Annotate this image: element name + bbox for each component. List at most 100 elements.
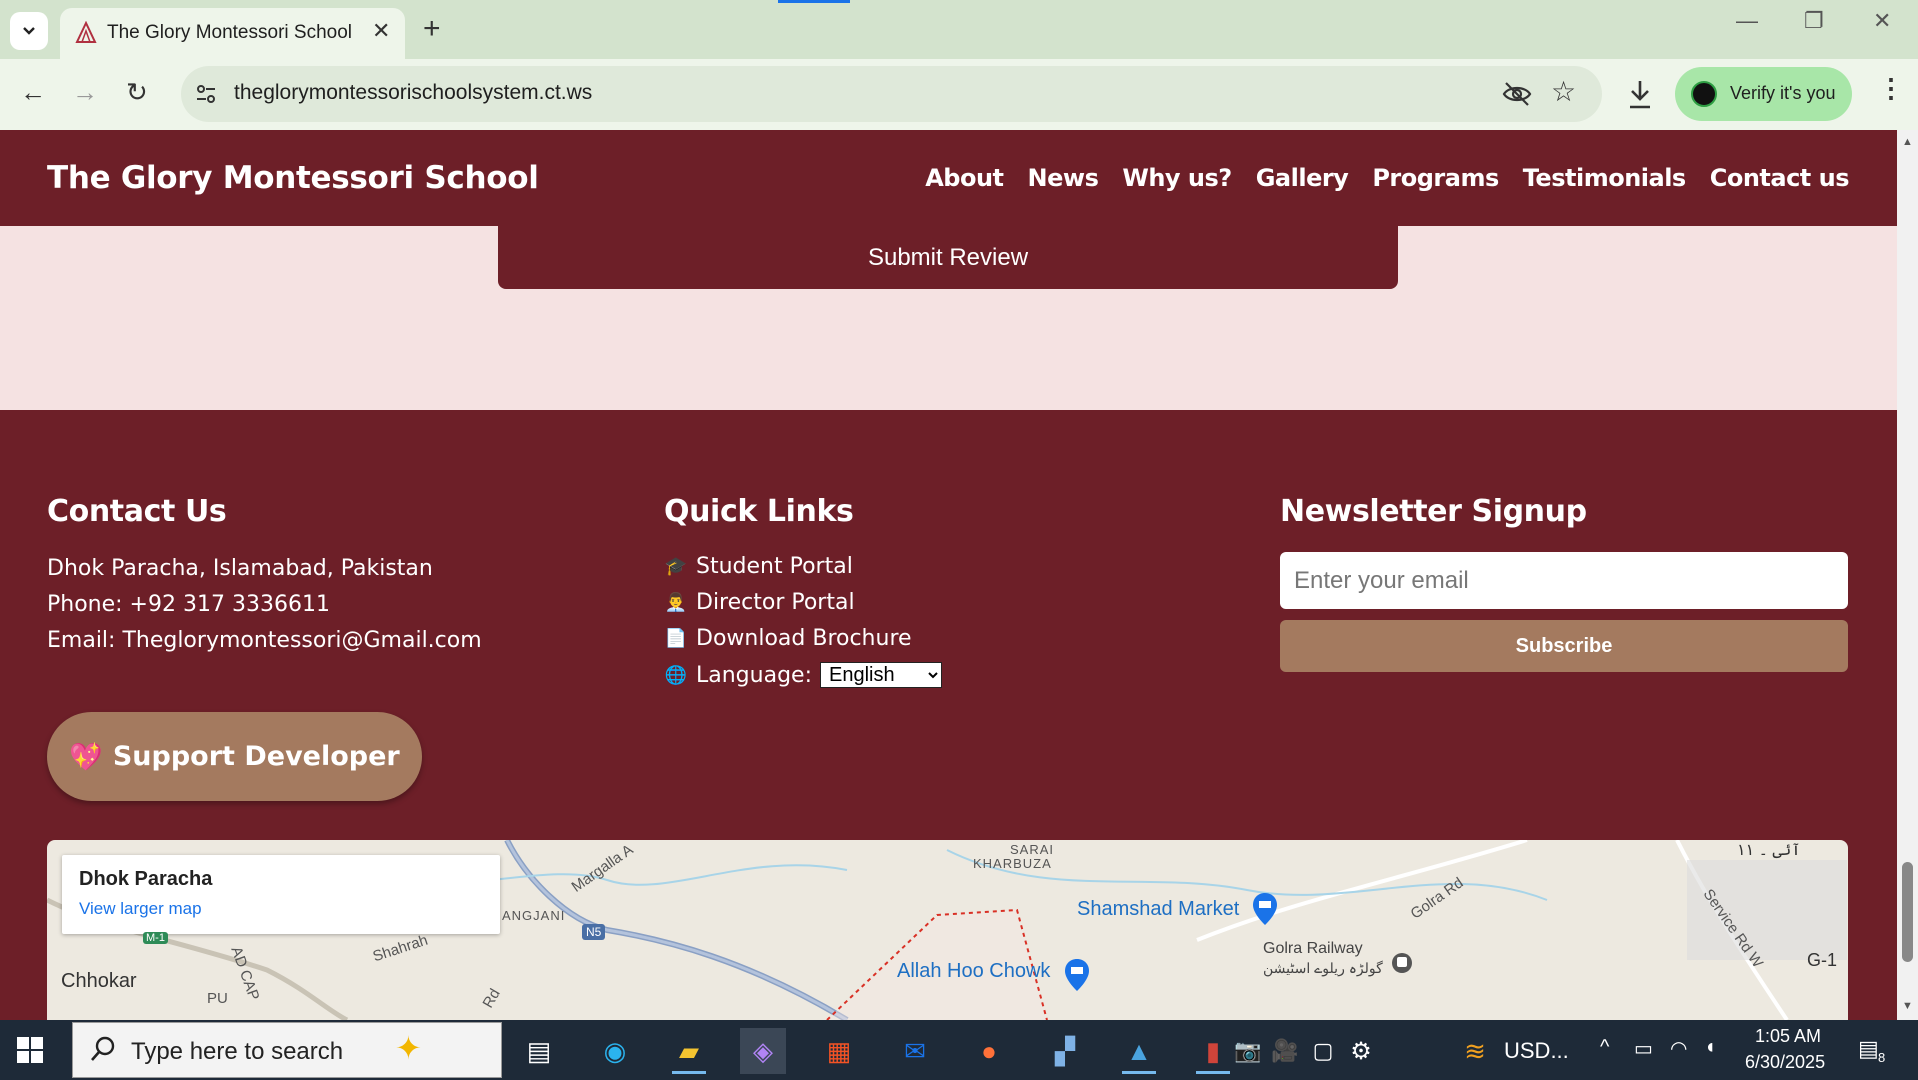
sparkle-icon: ✦	[395, 1030, 422, 1066]
restore-icon[interactable]: ❐	[1804, 8, 1824, 34]
language-select[interactable]: English	[819, 662, 942, 688]
more-menu-icon[interactable]: ⋮	[1878, 73, 1904, 104]
contact-phone: Phone: +92 317 3336611	[47, 592, 330, 617]
tab-search-button[interactable]	[10, 12, 48, 50]
office-worker-icon: 👨‍💼	[664, 592, 688, 613]
site-brand[interactable]: The Glory Montessori School	[47, 160, 539, 196]
chevron-down-icon	[23, 27, 35, 35]
url-text: theglorymontessorischoolsystem.ct.ws	[234, 81, 593, 104]
edge-icon[interactable]: ◉	[592, 1028, 638, 1074]
scroll-down-icon[interactable]: ▼	[1902, 1000, 1913, 1012]
clock-date[interactable]: 6/30/2025	[1745, 1052, 1825, 1073]
eye-off-icon[interactable]	[1501, 78, 1533, 110]
notifications-count: 8	[1878, 1050, 1886, 1065]
scroll-thumb[interactable]	[1902, 862, 1913, 962]
newsletter-email-input[interactable]	[1280, 552, 1848, 609]
map-place-card: Dhok Paracha View larger map	[62, 855, 500, 934]
close-tab-icon[interactable]: ✕	[372, 18, 390, 44]
support-developer-label: Support Developer	[112, 741, 400, 772]
director-portal-link[interactable]: 👨‍💼 Director Portal	[664, 590, 855, 615]
student-portal-label: Student Portal	[696, 554, 853, 579]
volume-icon[interactable]: ◖	[1704, 1036, 1716, 1059]
firefox-icon[interactable]: ●	[966, 1028, 1012, 1074]
new-tab-icon[interactable]: +	[423, 12, 441, 46]
view-larger-map-link[interactable]: View larger map	[79, 899, 202, 919]
active-tab[interactable]: The Glory Montessori School Sy ✕	[60, 8, 405, 59]
microsoft-store-icon[interactable]: ▦	[816, 1028, 862, 1074]
submit-review-button[interactable]: Submit Review	[498, 226, 1398, 289]
nav-why-us[interactable]: Why us?	[1122, 164, 1232, 192]
map-poi-allah-hoo[interactable]: Allah Hoo Chowk	[897, 960, 1050, 983]
support-developer-button[interactable]: 💖 Support Developer	[47, 712, 422, 801]
taskbar-search-box[interactable]: Type here to search ✦	[72, 1022, 502, 1078]
bookmark-star-icon[interactable]: ☆	[1551, 75, 1576, 108]
contact-email: Email: Theglorymontessori@Gmail.com	[47, 628, 482, 653]
app-grid-icon[interactable]: ▞	[1042, 1028, 1088, 1074]
nav-contact-us[interactable]: Contact us	[1710, 164, 1850, 192]
map-label-chokhar: Chhokar	[61, 970, 137, 992]
outlook-icon[interactable]: ✉	[892, 1028, 938, 1074]
nav-gallery[interactable]: Gallery	[1256, 164, 1349, 192]
loading-indicator	[778, 0, 850, 3]
language-label: Language:	[696, 662, 812, 688]
map-label-sarai: SARAI	[1010, 842, 1055, 857]
map-label-sangjani: ANGJANI	[502, 908, 566, 923]
graduation-cap-icon: 🎓	[664, 556, 688, 577]
battery-icon[interactable]: ▭	[1634, 1036, 1653, 1061]
map-poi-shamshad[interactable]: Shamshad Market	[1077, 898, 1239, 921]
photos-icon[interactable]: ▲	[1116, 1028, 1162, 1074]
map-label-g1: G-1	[1807, 950, 1838, 970]
contact-title: Contact Us	[47, 494, 227, 529]
tab-title: The Glory Montessori School Sy	[107, 22, 357, 43]
map-label-kharbuza: KHARBUZA	[973, 856, 1052, 871]
reload-icon[interactable]: ↻	[126, 77, 148, 108]
director-portal-label: Director Portal	[696, 590, 855, 615]
address-bar[interactable]: theglorymontessorischoolsystem.ct.ws ☆	[181, 66, 1602, 122]
subscribe-button[interactable]: Subscribe	[1280, 620, 1848, 672]
verify-label: Verify it's you	[1730, 83, 1836, 103]
currency-widget-text[interactable]: USD...	[1504, 1038, 1569, 1064]
task-view-icon[interactable]: ▤	[516, 1028, 562, 1074]
embedded-map[interactable]: Dhok Paracha View larger map SARAI KHARB…	[47, 840, 1848, 1020]
download-icon[interactable]	[1625, 77, 1655, 111]
site-info-icon[interactable]	[193, 81, 219, 107]
nav-programs[interactable]: Programs	[1372, 164, 1499, 192]
close-window-icon[interactable]: ✕	[1873, 8, 1891, 34]
cart-pin-icon[interactable]	[1251, 892, 1279, 926]
copilot-icon[interactable]: ◈	[740, 1028, 786, 1074]
map-label-n5: N5	[582, 924, 606, 940]
scroll-up-icon[interactable]: ▲	[1902, 136, 1913, 148]
forward-icon[interactable]: →	[72, 77, 98, 108]
back-icon[interactable]: ←	[20, 77, 46, 108]
cart-pin-icon[interactable]	[1063, 958, 1091, 992]
quick-links-title: Quick Links	[664, 494, 854, 529]
document-icon: 📄	[664, 628, 688, 649]
site-header: The Glory Montessori School About News W…	[0, 130, 1897, 226]
download-brochure-label: Download Brochure	[696, 626, 912, 651]
contact-address: Dhok Paracha, Islamabad, Pakistan	[47, 556, 433, 581]
currency-widget-icon[interactable]: ≋	[1452, 1028, 1498, 1074]
browser-toolbar: ← → ↻ theglorymontessorischoolsystem.ct.…	[0, 59, 1918, 130]
train-station-icon	[1392, 953, 1412, 973]
clock-time[interactable]: 1:05 AM	[1755, 1026, 1821, 1047]
notifications-icon[interactable]: ▤	[1858, 1036, 1879, 1062]
page-viewport: The Glory Montessori School About News W…	[0, 130, 1897, 1020]
profile-avatar	[1691, 81, 1717, 107]
map-place-title: Dhok Paracha	[79, 868, 213, 890]
verify-identity-button[interactable]: Verify it's you	[1675, 67, 1852, 121]
show-hidden-icons-icon[interactable]: ^	[1600, 1036, 1609, 1059]
nav-testimonials[interactable]: Testimonials	[1523, 164, 1686, 192]
settings-gear-icon[interactable]: ⚙	[1338, 1028, 1384, 1074]
windows-start-icon[interactable]	[16, 1036, 44, 1064]
nav-news[interactable]: News	[1028, 164, 1099, 192]
nav-about[interactable]: About	[925, 164, 1004, 192]
student-portal-link[interactable]: 🎓 Student Portal	[664, 554, 853, 579]
page-scrollbar[interactable]: ▲ ▼	[1897, 130, 1918, 1020]
minimize-icon[interactable]: —	[1736, 8, 1758, 34]
browser-tab-bar: The Glory Montessori School Sy ✕ + — ❐ ✕	[0, 0, 1918, 59]
download-brochure-link[interactable]: 📄 Download Brochure	[664, 626, 912, 651]
wifi-icon[interactable]: ◠	[1670, 1036, 1687, 1061]
file-explorer-icon[interactable]: ▰	[666, 1028, 712, 1074]
map-label-i11: آئی ۔ ١١	[1737, 842, 1801, 859]
language-row: 🌐 Language: English	[664, 662, 942, 688]
